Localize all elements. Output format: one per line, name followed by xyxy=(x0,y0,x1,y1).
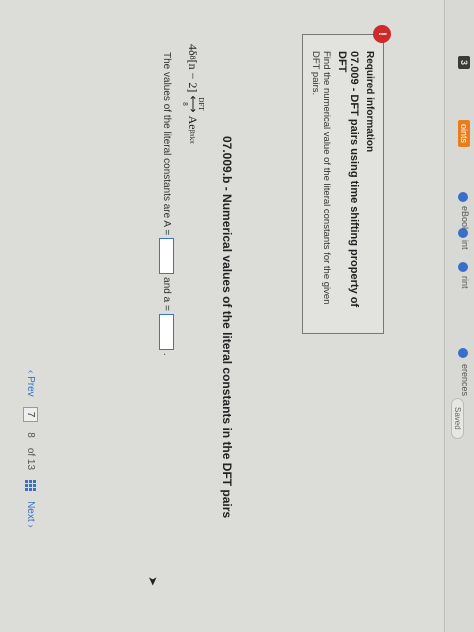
answer-a-input[interactable] xyxy=(159,238,174,275)
answer-prefix: The values of the literal constants are … xyxy=(161,52,172,236)
prev-button[interactable]: ‹ Prev xyxy=(25,370,36,397)
answer-line: The values of the literal constants are … xyxy=(159,52,174,356)
pair-right: Ae xyxy=(186,115,200,130)
question-navigation: ‹ Prev 7 8 of 13 Next › xyxy=(23,370,38,528)
info-title: 07.009 - DFT pairs using time shifting p… xyxy=(336,51,360,308)
sidebar-question-count[interactable]: 3 xyxy=(458,56,470,70)
sidebar-print[interactable]: rint xyxy=(460,276,470,289)
info-label: Required information xyxy=(364,51,375,153)
next-button[interactable]: Next › xyxy=(25,501,36,528)
current-page-box[interactable]: 7 xyxy=(23,406,38,423)
sidebar-references[interactable]: erences xyxy=(460,364,470,396)
dft-pair-equation: 4δ 8 [n − 2] DFT ⟷ 8 Ae βπkπ xyxy=(181,44,205,144)
next-label: Next xyxy=(25,501,36,522)
pair-right-exp: βπkπ xyxy=(188,129,197,144)
info-text: Find the numerical value of the literal … xyxy=(310,51,332,305)
mouse-cursor-icon: ➤ xyxy=(146,576,160,587)
pair-left-arg: [n − 2] xyxy=(186,59,200,93)
sidebar-hint[interactable]: int xyxy=(460,240,470,250)
page-of-total: of 13 xyxy=(25,447,36,471)
sidebar-points: oints xyxy=(458,120,470,148)
references-icon[interactable] xyxy=(458,348,468,358)
answer-alpha-input[interactable] xyxy=(159,313,174,350)
page-next-number[interactable]: 8 xyxy=(25,432,36,438)
left-sidebar: 3 oints eBook int rint erences xyxy=(444,0,474,632)
answer-mid: and a = xyxy=(161,277,172,311)
hint-icon[interactable] xyxy=(458,228,468,238)
answer-suffix: . xyxy=(161,352,172,356)
ebook-icon[interactable] xyxy=(458,192,468,202)
alert-icon: ! xyxy=(373,25,391,43)
screen-photo: 3 oints eBook int rint erences Saved ! R… xyxy=(0,0,474,632)
print-icon[interactable] xyxy=(458,262,468,272)
prev-label: Prev xyxy=(25,376,36,397)
question-title: 07.009.b - Numerical values of the liter… xyxy=(220,136,234,519)
chevron-left-icon: ‹ xyxy=(25,370,36,374)
quiz-page: 3 oints eBook int rint erences Saved ! R… xyxy=(0,0,474,632)
saved-indicator: Saved xyxy=(451,398,464,439)
pair-left: 4δ xyxy=(186,44,200,56)
chevron-right-icon: › xyxy=(25,524,36,528)
dft-arrow: DFT ⟷ 8 xyxy=(181,95,205,113)
double-arrow-icon: ⟷ xyxy=(186,95,200,113)
arrow-bottom-label: 8 xyxy=(181,102,189,106)
required-information-box: ! Required information 07.009 - DFT pair… xyxy=(302,25,391,334)
grid-icon[interactable] xyxy=(25,480,36,492)
